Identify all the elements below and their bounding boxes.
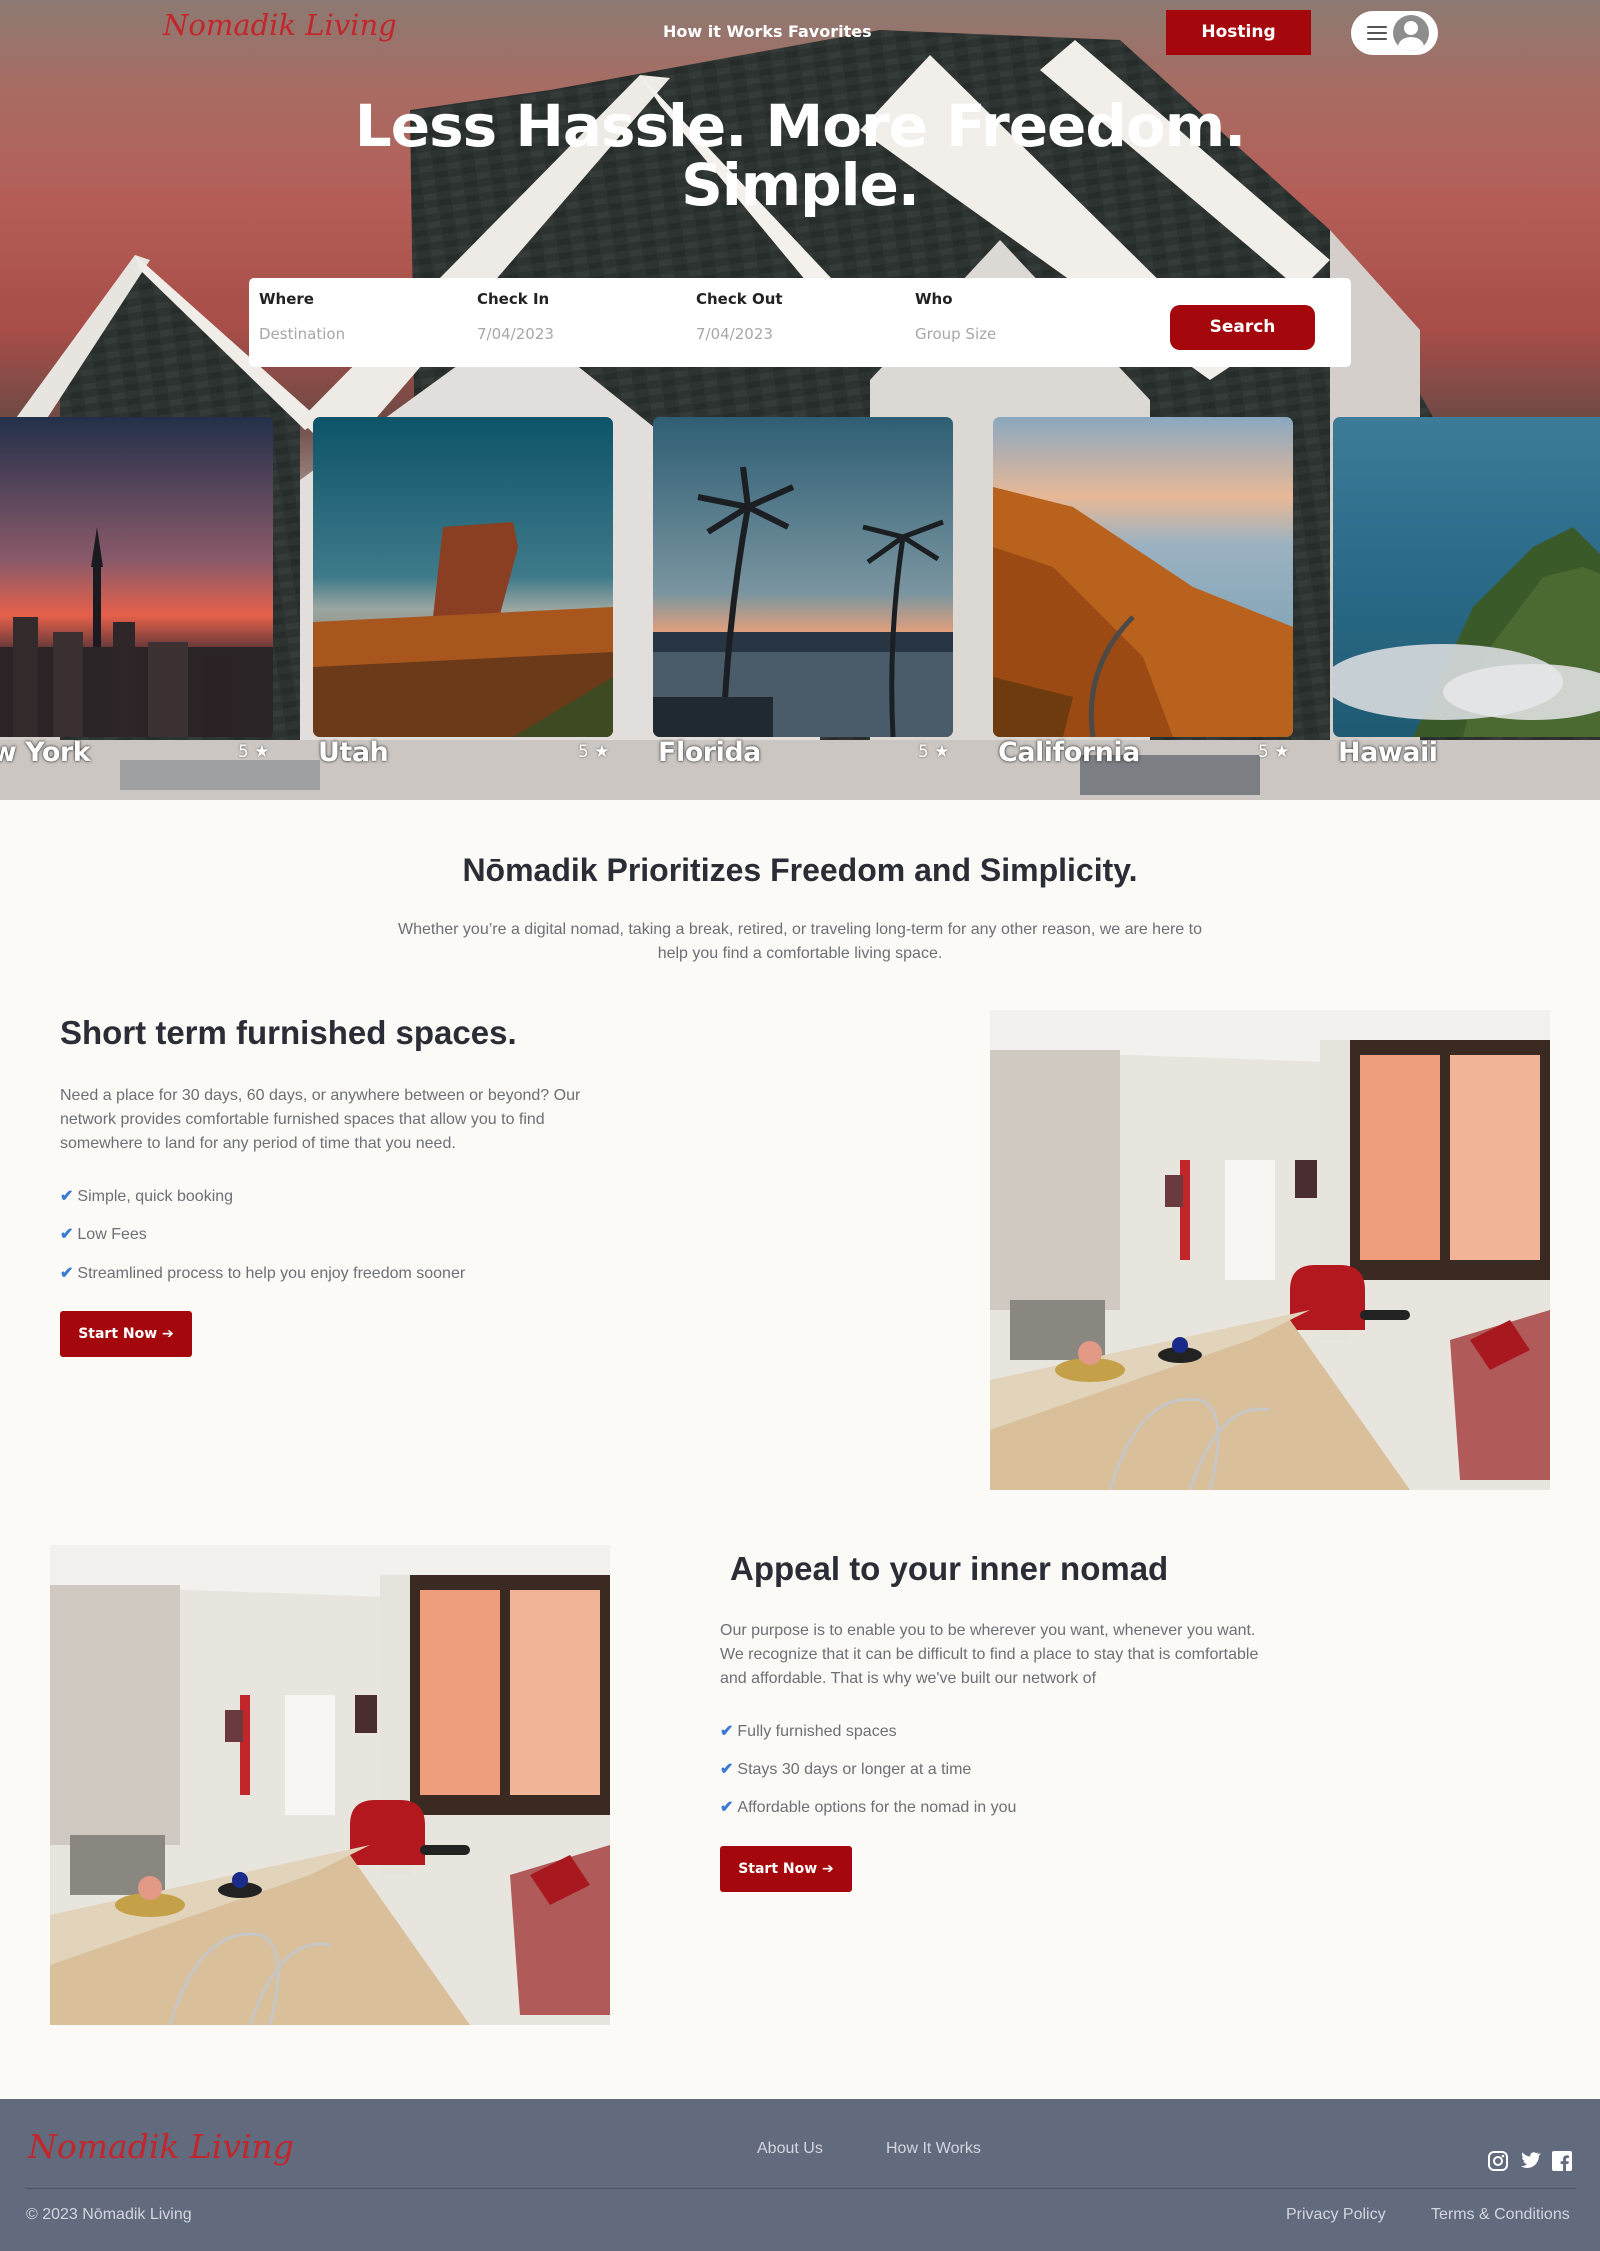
who-field[interactable]: Who bbox=[915, 278, 1115, 367]
hawaii-image bbox=[1333, 417, 1600, 737]
check-icon: ✔ bbox=[60, 1265, 74, 1282]
where-label: Where bbox=[259, 290, 314, 308]
destination-rating-florida: 5 ★ bbox=[918, 742, 949, 762]
star-icon: ★ bbox=[1274, 742, 1290, 762]
brand-logo[interactable]: Nomadik Living bbox=[163, 8, 397, 42]
hero-title: Less Hassle. More Freedom. Simple. bbox=[300, 97, 1300, 215]
feature1-start-now-button[interactable]: Start Now ➔ bbox=[60, 1311, 192, 1357]
intro-subtitle: Whether you’re a digital nomad, taking a… bbox=[398, 921, 1202, 962]
check-in-input[interactable] bbox=[477, 325, 657, 343]
check-in-field[interactable]: Check In bbox=[477, 278, 677, 367]
search-button[interactable]: Search bbox=[1170, 305, 1315, 350]
hero-section: Nomadik Living How it Works Favorites Ho… bbox=[0, 0, 1600, 800]
feature2-item: ✔ Stays 30 days or longer at a time bbox=[720, 1759, 971, 1779]
group-size-input[interactable] bbox=[915, 325, 1095, 343]
feature1-title: Short term furnished spaces. bbox=[60, 1014, 517, 1051]
destination-card-california[interactable] bbox=[993, 417, 1293, 737]
california-image bbox=[993, 417, 1293, 737]
destination-name-hawaii: Hawaii bbox=[1338, 737, 1438, 768]
twitter-icon[interactable] bbox=[1519, 2150, 1541, 2172]
destination-rating-new-york: 5 ★ bbox=[238, 742, 269, 762]
top-navbar: Nomadik Living How it Works Favorites Ho… bbox=[0, 0, 1600, 64]
destination-card-new-york[interactable] bbox=[0, 417, 273, 737]
star-icon: ★ bbox=[254, 742, 270, 762]
check-icon: ✔ bbox=[720, 1723, 734, 1740]
florida-image bbox=[653, 417, 953, 737]
feature1-item: ✔ Streamlined process to help you enjoy f… bbox=[60, 1263, 465, 1283]
feature2-item: ✔ Fully furnished spaces bbox=[720, 1721, 897, 1741]
destination-name-utah: Utah bbox=[318, 737, 389, 768]
check-icon: ✔ bbox=[60, 1188, 74, 1205]
destination-card-utah[interactable] bbox=[313, 417, 613, 737]
check-out-field[interactable]: Check Out bbox=[696, 278, 896, 367]
star-icon: ★ bbox=[594, 742, 610, 762]
feature2-item: ✔ Affordable options for the nomad in you bbox=[720, 1797, 1016, 1817]
feature1-text: Need a place for 30 days, 60 days, or an… bbox=[60, 1087, 581, 1152]
feature1-item-text: Low Fees bbox=[77, 1226, 147, 1243]
hosting-button[interactable]: Hosting bbox=[1166, 10, 1311, 55]
destination-name-california: California bbox=[998, 737, 1140, 768]
check-icon: ✔ bbox=[720, 1799, 734, 1816]
hero-title-line-1: Less Hassle. More Freedom. bbox=[354, 92, 1246, 160]
where-field[interactable]: Where bbox=[259, 278, 459, 367]
feature2-item-text: Stays 30 days or longer at a time bbox=[737, 1761, 972, 1778]
footer: Nomadik Living About Us How It Works © 2… bbox=[0, 2099, 1600, 2251]
feature1-item: ✔ Simple, quick booking bbox=[60, 1186, 233, 1206]
instagram-icon[interactable] bbox=[1487, 2150, 1509, 2172]
check-out-label: Check Out bbox=[696, 290, 783, 308]
destination-name-florida: Florida bbox=[658, 737, 761, 768]
facebook-icon[interactable] bbox=[1551, 2150, 1573, 2172]
feature1-item-text: Simple, quick booking bbox=[77, 1188, 234, 1205]
check-icon: ✔ bbox=[60, 1226, 74, 1243]
room-photo bbox=[50, 1545, 610, 2025]
feature1-room-image bbox=[990, 1010, 1550, 1490]
footer-how-it-works-link[interactable]: How It Works bbox=[886, 2140, 981, 2158]
rating-value: 5 bbox=[578, 742, 589, 762]
feature1-item-text: Streamlined process to help you enjoy fr… bbox=[77, 1265, 466, 1282]
star-icon: ★ bbox=[934, 742, 950, 762]
hero-title-line-2: Simple. bbox=[681, 151, 920, 219]
footer-privacy-link[interactable]: Privacy Policy bbox=[1286, 2206, 1386, 2224]
nav-how-it-works[interactable]: How it Works bbox=[663, 22, 783, 41]
destination-rating-utah: 5 ★ bbox=[578, 742, 609, 762]
check-out-input[interactable] bbox=[696, 325, 876, 343]
feature2-start-now-button[interactable]: Start Now ➔ bbox=[720, 1846, 852, 1892]
who-label: Who bbox=[915, 290, 953, 308]
rating-value: 5 bbox=[1258, 742, 1269, 762]
footer-terms-link[interactable]: Terms & Conditions bbox=[1431, 2206, 1570, 2224]
footer-logo[interactable]: Nomadik Living bbox=[28, 2127, 294, 2166]
footer-copyright: © 2023 Nōmadik Living bbox=[26, 2206, 192, 2223]
intro-title: Nōmadik Prioritizes Freedom and Simplici… bbox=[462, 852, 1138, 888]
destination-rating-california: 5 ★ bbox=[1258, 742, 1289, 762]
feature2-title: Appeal to your inner nomad bbox=[730, 1550, 1169, 1587]
footer-about-us-link[interactable]: About Us bbox=[757, 2140, 823, 2158]
rating-value: 5 bbox=[918, 742, 929, 762]
nav-favorites[interactable]: Favorites bbox=[788, 22, 872, 41]
destination-card-florida[interactable] bbox=[653, 417, 953, 737]
destination-name-new-york: New York bbox=[0, 737, 91, 768]
search-bar: Where Check In Check Out Who Search bbox=[249, 278, 1351, 367]
rating-value: 5 bbox=[238, 742, 249, 762]
feature1-item: ✔ Low Fees bbox=[60, 1224, 147, 1244]
check-icon: ✔ bbox=[720, 1761, 734, 1778]
destination-input[interactable] bbox=[259, 325, 439, 343]
feature2-item-text: Fully furnished spaces bbox=[737, 1723, 897, 1740]
room-photo bbox=[990, 1010, 1550, 1490]
new-york-image bbox=[0, 417, 273, 737]
user-avatar-icon bbox=[1393, 15, 1429, 51]
hamburger-menu-icon bbox=[1367, 26, 1387, 40]
destination-card-hawaii[interactable] bbox=[1333, 417, 1600, 737]
feature2-room-image bbox=[50, 1545, 610, 2025]
feature2-item-text: Affordable options for the nomad in you bbox=[737, 1799, 1017, 1816]
user-menu-button[interactable] bbox=[1351, 11, 1438, 55]
feature2-text: Our purpose is to enable you to be where… bbox=[720, 1622, 1259, 1687]
utah-image bbox=[313, 417, 613, 737]
footer-divider bbox=[26, 2188, 1576, 2189]
check-in-label: Check In bbox=[477, 290, 550, 308]
